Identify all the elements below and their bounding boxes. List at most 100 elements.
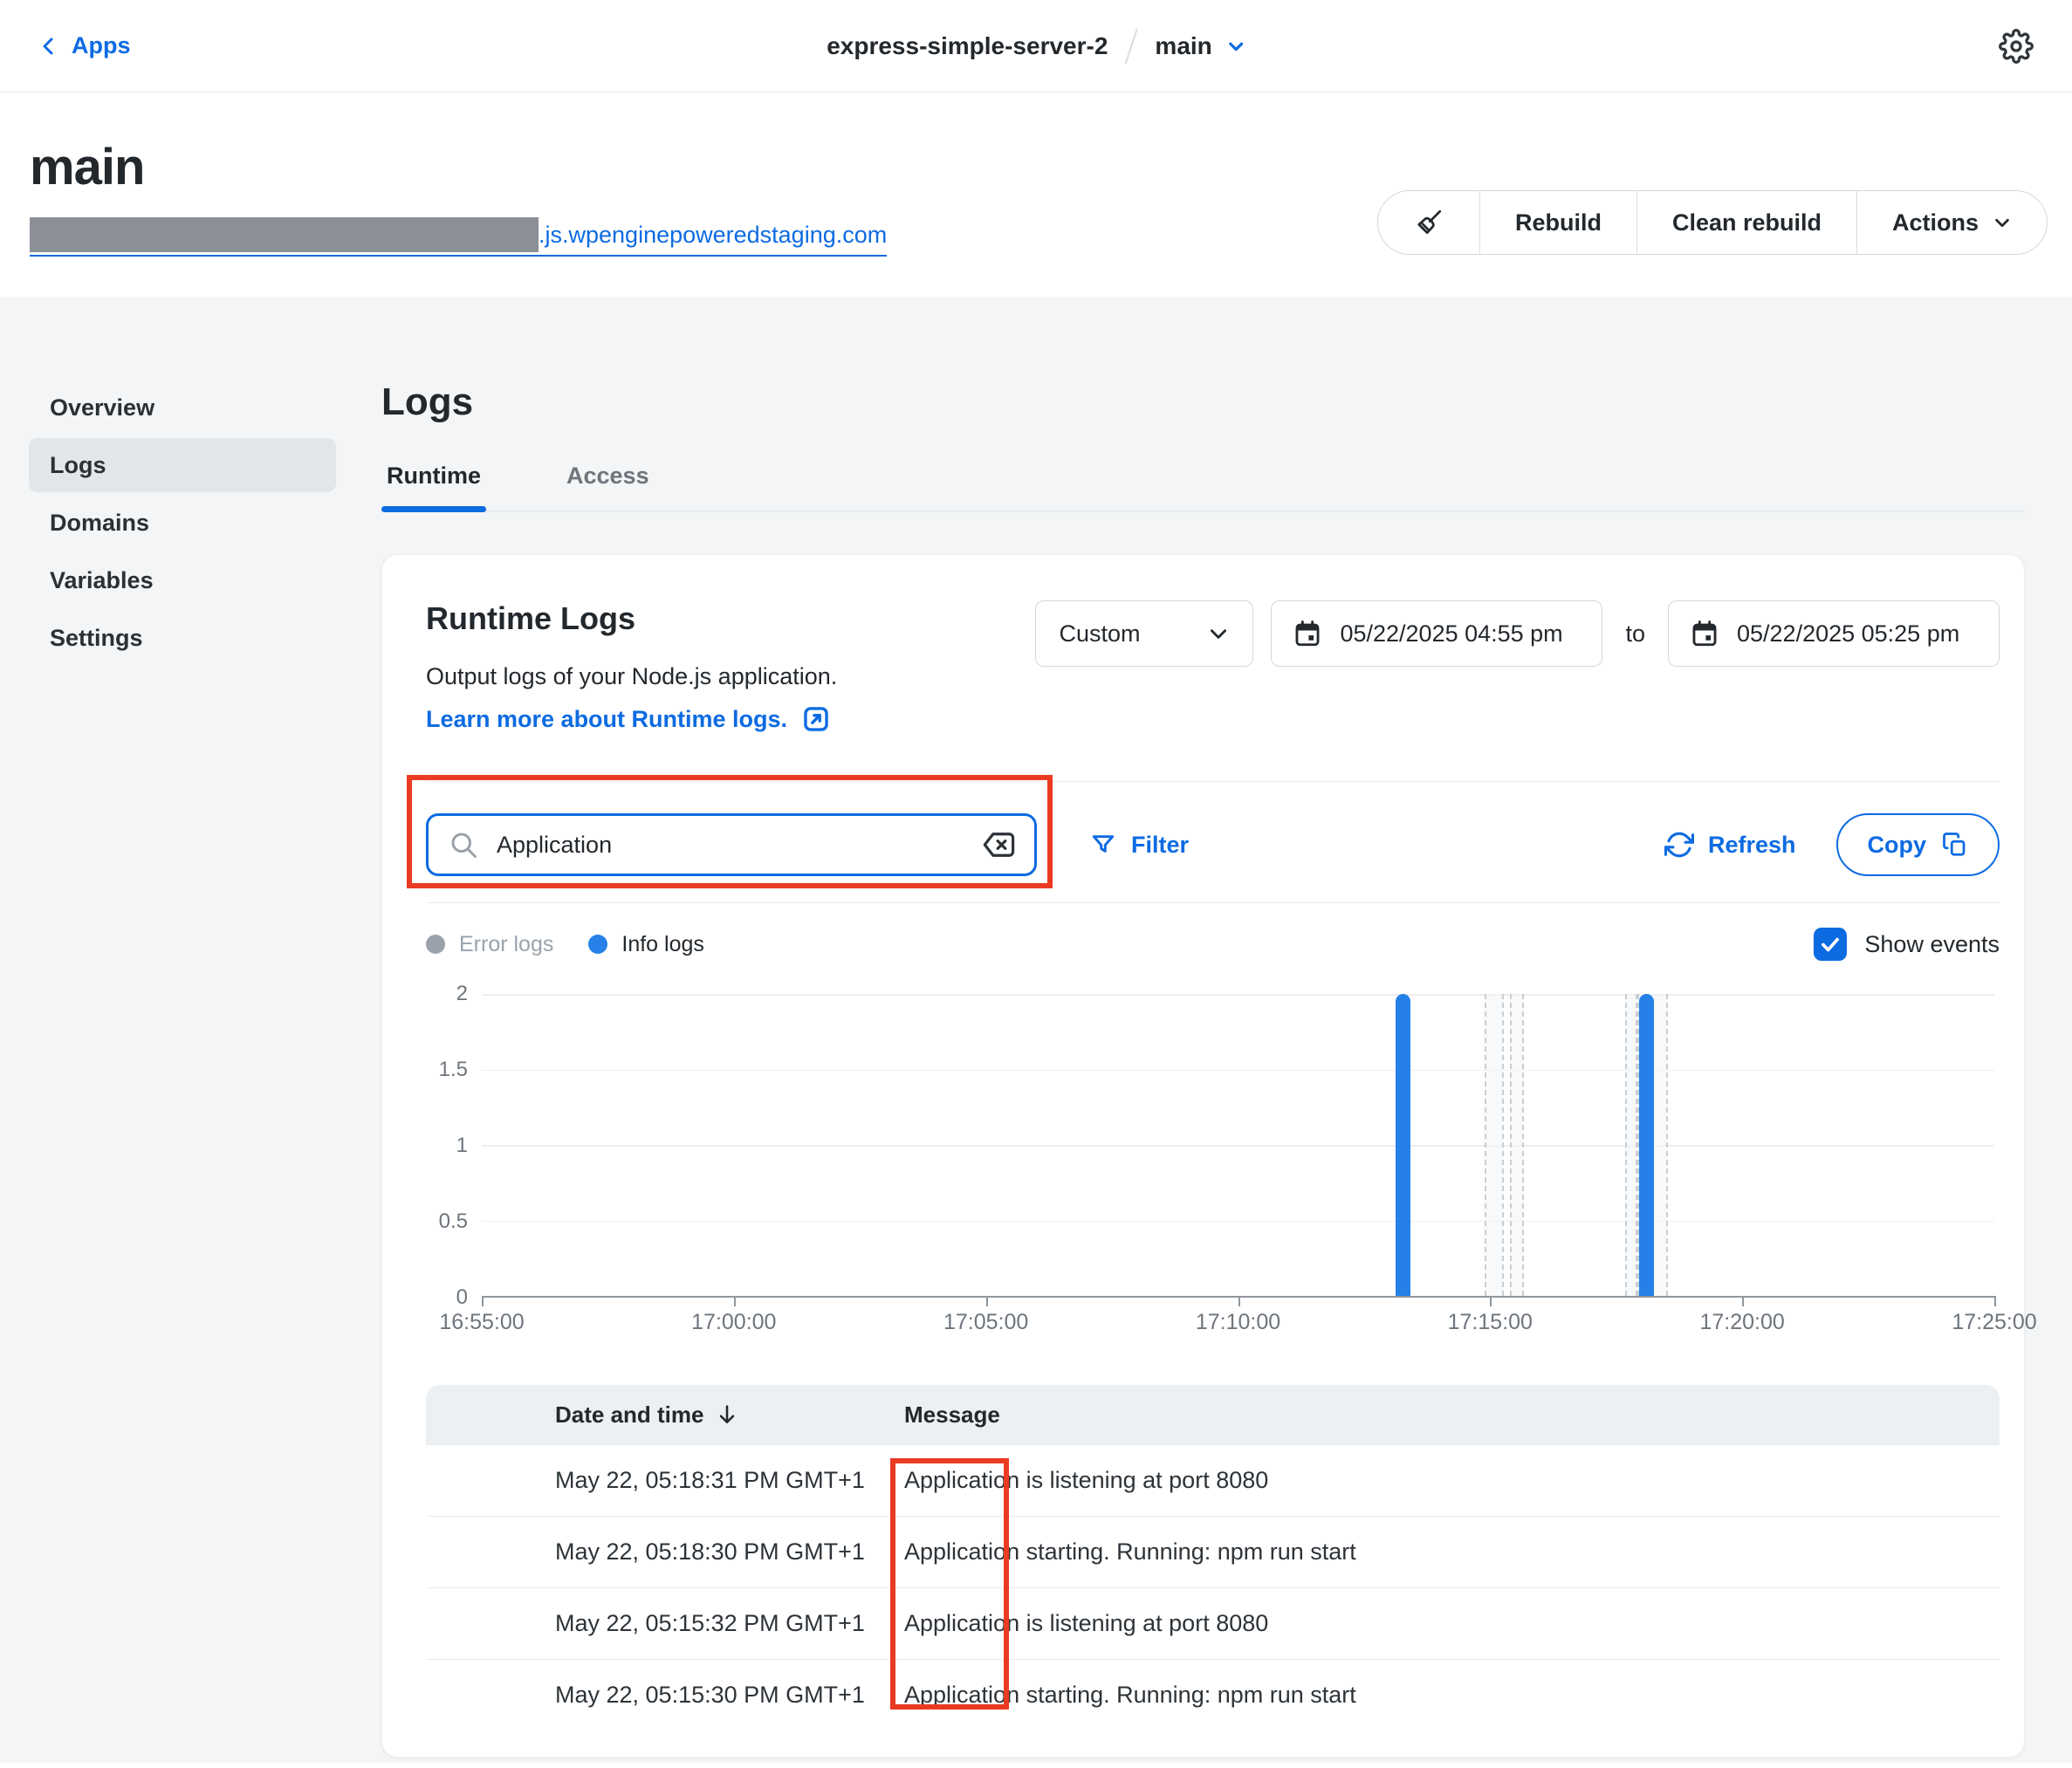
to-label: to [1625, 620, 1645, 648]
log-message: Application is listening at port 8080 [904, 1467, 1268, 1493]
funnel-icon [1089, 831, 1117, 859]
rebuild-button[interactable]: Rebuild [1479, 191, 1636, 254]
log-datetime: May 22, 05:15:30 PM GMT+1 [555, 1682, 865, 1709]
refresh-icon [1664, 830, 1694, 860]
table-row[interactable]: May 22, 05:15:30 PM GMT+1 Application st… [426, 1659, 2000, 1730]
breadcrumb-env-name: main [1155, 32, 1211, 60]
column-message[interactable]: Message [904, 1401, 1000, 1429]
sidebar: Overview Logs Domains Variables Settings [0, 297, 381, 1763]
legend-error-logs[interactable]: Error logs [426, 932, 553, 957]
x-axis-tick-mark [1490, 1296, 1492, 1306]
y-axis-tick: 1.5 [426, 1058, 468, 1082]
log-datetime: May 22, 05:18:30 PM GMT+1 [555, 1538, 865, 1566]
range-preset-value: Custom [1059, 620, 1140, 648]
show-events-label: Show events [1864, 931, 2000, 958]
table-row[interactable]: May 22, 05:18:31 PM GMT+1 Application is… [426, 1444, 2000, 1516]
info-logs-dot-icon [588, 935, 607, 954]
range-preset-select[interactable]: Custom [1035, 600, 1253, 667]
actions-menu-button[interactable]: Actions [1856, 191, 2047, 254]
chart-plot-area: 16:55:00 17:00:00 17:05:00 17:10:00 17:1… [482, 994, 1994, 1298]
refresh-label: Refresh [1708, 832, 1796, 859]
clean-rebuild-button[interactable]: Clean rebuild [1636, 191, 1856, 254]
log-datetime: May 22, 05:15:32 PM GMT+1 [555, 1610, 865, 1637]
filter-button[interactable]: Filter [1089, 831, 1189, 859]
tab-runtime[interactable]: Runtime [381, 463, 486, 511]
content-area: Logs Runtime Access Runtime Logs Output … [381, 297, 2025, 1763]
x-axis-label: 16:55:00 [408, 1310, 556, 1335]
sidebar-item-settings[interactable]: Settings [29, 611, 336, 665]
y-axis-tick: 0 [426, 1285, 468, 1310]
table-row[interactable]: May 22, 05:15:32 PM GMT+1 Application is… [426, 1587, 2000, 1659]
logs-tabs: Runtime Access [381, 463, 2025, 512]
column-date-and-time[interactable]: Date and time [555, 1401, 904, 1429]
log-volume-chart: 2 1.5 1 0.5 0 [426, 987, 2000, 1347]
x-axis-tick-mark [1742, 1296, 1744, 1306]
environment-switcher[interactable]: main [1155, 32, 1245, 60]
sidebar-item-variables[interactable]: Variables [29, 553, 336, 607]
x-axis-label: 17:05:00 [912, 1310, 1060, 1335]
main-region: Overview Logs Domains Variables Settings… [0, 297, 2072, 1763]
top-navigation-bar: Apps express-simple-server-2 main [0, 0, 2072, 93]
calendar-icon [1690, 619, 1719, 648]
event-band [1485, 994, 1505, 1296]
sidebar-item-domains[interactable]: Domains [29, 496, 336, 550]
back-to-apps-link[interactable]: Apps [38, 32, 131, 59]
panel-description: Output logs of your Node.js application. [426, 663, 837, 690]
search-value: Application [497, 832, 963, 859]
show-events-checkbox[interactable]: Show events [1814, 928, 2000, 961]
log-message: Application starting. Running: npm run s… [904, 1682, 1356, 1708]
y-axis-tick: 0.5 [426, 1210, 468, 1234]
copy-icon [1942, 832, 1968, 858]
info-logs-bar[interactable] [1639, 994, 1654, 1296]
gridline [482, 1070, 1994, 1072]
x-axis-label: 17:25:00 [1920, 1310, 2069, 1335]
table-row[interactable]: May 22, 05:18:30 PM GMT+1 Application st… [426, 1516, 2000, 1587]
sidebar-item-overview[interactable]: Overview [29, 380, 336, 435]
legend-info-logs[interactable]: Info logs [588, 932, 704, 957]
gridline [482, 1145, 1994, 1147]
tab-access[interactable]: Access [561, 463, 655, 511]
refresh-button[interactable]: Refresh [1664, 830, 1796, 860]
breadcrumb-separator [1125, 28, 1138, 64]
search-icon [448, 829, 479, 860]
rebuild-label: Rebuild [1515, 209, 1602, 236]
copy-button[interactable]: Copy [1836, 813, 2000, 876]
search-input[interactable]: Application [426, 813, 1037, 876]
breadcrumb: express-simple-server-2 main [827, 0, 1245, 92]
external-link-icon [801, 704, 831, 734]
back-label: Apps [72, 32, 131, 59]
date-to-input[interactable]: 05/22/2025 05:25 pm [1668, 600, 2000, 667]
y-axis-tick: 1 [426, 1134, 468, 1158]
panel-title: Runtime Logs [426, 600, 837, 637]
clear-search-icon[interactable] [980, 826, 1017, 863]
environment-title: main [30, 138, 2048, 196]
info-logs-bar[interactable] [1396, 994, 1410, 1296]
panel-head-left: Runtime Logs Output logs of your Node.js… [426, 600, 837, 734]
breadcrumb-app-name: express-simple-server-2 [827, 32, 1108, 60]
x-axis-tick-mark [734, 1296, 736, 1306]
date-from-input[interactable]: 05/22/2025 04:55 pm [1271, 600, 1602, 667]
environment-header: main .js.wpenginepoweredstaging.com Rebu… [0, 93, 2072, 297]
page-title: Logs [381, 380, 2025, 424]
actions-label: Actions [1892, 209, 1979, 236]
chevron-down-icon [1993, 213, 2012, 232]
clean-rebuild-label: Clean rebuild [1672, 209, 1822, 236]
filter-label: Filter [1131, 832, 1189, 859]
logs-table: Date and time Message May 22, 05:18:31 P… [426, 1385, 2000, 1730]
y-axis-tick: 2 [426, 982, 468, 1006]
x-axis-label: 17:10:00 [1164, 1310, 1313, 1335]
date-from-value: 05/22/2025 04:55 pm [1340, 620, 1562, 648]
x-axis-tick-mark [482, 1296, 484, 1306]
purge-cache-button[interactable] [1378, 191, 1479, 254]
settings-gear-icon[interactable] [1999, 29, 2034, 64]
sidebar-item-logs[interactable]: Logs [29, 438, 336, 492]
info-logs-label: Info logs [621, 932, 704, 957]
logs-toolbar: Application Filter [426, 781, 2000, 903]
date-to-value: 05/22/2025 05:25 pm [1737, 620, 1959, 648]
chevron-down-icon [1226, 37, 1245, 56]
learn-more-link[interactable]: Learn more about Runtime logs. [426, 704, 837, 734]
event-band [1510, 994, 1524, 1296]
url-text: .js.wpenginepoweredstaging.com [539, 217, 887, 252]
environment-url-link[interactable]: .js.wpenginepoweredstaging.com [30, 217, 887, 257]
copy-label: Copy [1868, 832, 1927, 859]
